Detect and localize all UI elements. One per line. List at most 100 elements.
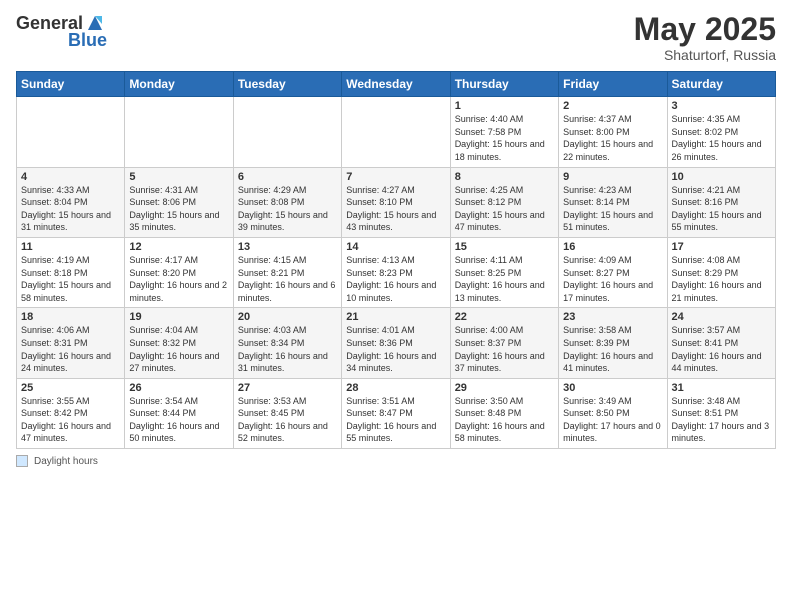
day-info: Sunrise: 4:06 AM Sunset: 8:31 PM Dayligh… <box>21 324 120 374</box>
calendar-cell: 27Sunrise: 3:53 AM Sunset: 8:45 PM Dayli… <box>233 378 341 448</box>
day-number: 6 <box>238 171 337 183</box>
calendar-header-row: SundayMondayTuesdayWednesdayThursdayFrid… <box>17 72 776 97</box>
calendar-cell: 4Sunrise: 4:33 AM Sunset: 8:04 PM Daylig… <box>17 167 125 237</box>
day-number: 17 <box>672 241 771 253</box>
day-info: Sunrise: 3:49 AM Sunset: 8:50 PM Dayligh… <box>563 395 662 445</box>
day-number: 25 <box>21 382 120 394</box>
day-info: Sunrise: 4:13 AM Sunset: 8:23 PM Dayligh… <box>346 254 445 304</box>
main-title: May 2025 <box>634 12 776 47</box>
calendar-cell: 6Sunrise: 4:29 AM Sunset: 8:08 PM Daylig… <box>233 167 341 237</box>
calendar-cell: 1Sunrise: 4:40 AM Sunset: 7:58 PM Daylig… <box>450 97 558 167</box>
day-info: Sunrise: 4:35 AM Sunset: 8:02 PM Dayligh… <box>672 113 771 163</box>
day-number: 1 <box>455 100 554 112</box>
calendar-header-monday: Monday <box>125 72 233 97</box>
day-info: Sunrise: 4:00 AM Sunset: 8:37 PM Dayligh… <box>455 324 554 374</box>
subtitle: Shaturtorf, Russia <box>634 47 776 63</box>
day-number: 5 <box>129 171 228 183</box>
footer-label: Daylight hours <box>34 456 98 467</box>
calendar-cell: 14Sunrise: 4:13 AM Sunset: 8:23 PM Dayli… <box>342 237 450 307</box>
day-number: 29 <box>455 382 554 394</box>
day-info: Sunrise: 4:09 AM Sunset: 8:27 PM Dayligh… <box>563 254 662 304</box>
day-number: 9 <box>563 171 662 183</box>
day-info: Sunrise: 4:21 AM Sunset: 8:16 PM Dayligh… <box>672 184 771 234</box>
calendar-week-1: 1Sunrise: 4:40 AM Sunset: 7:58 PM Daylig… <box>17 97 776 167</box>
day-number: 27 <box>238 382 337 394</box>
day-info: Sunrise: 3:54 AM Sunset: 8:44 PM Dayligh… <box>129 395 228 445</box>
day-info: Sunrise: 4:08 AM Sunset: 8:29 PM Dayligh… <box>672 254 771 304</box>
calendar-cell: 19Sunrise: 4:04 AM Sunset: 8:32 PM Dayli… <box>125 308 233 378</box>
day-number: 2 <box>563 100 662 112</box>
day-number: 4 <box>21 171 120 183</box>
calendar-header-sunday: Sunday <box>17 72 125 97</box>
day-info: Sunrise: 4:37 AM Sunset: 8:00 PM Dayligh… <box>563 113 662 163</box>
calendar-cell: 18Sunrise: 4:06 AM Sunset: 8:31 PM Dayli… <box>17 308 125 378</box>
day-info: Sunrise: 4:23 AM Sunset: 8:14 PM Dayligh… <box>563 184 662 234</box>
calendar-header-friday: Friday <box>559 72 667 97</box>
day-number: 7 <box>346 171 445 183</box>
day-number: 13 <box>238 241 337 253</box>
calendar-cell: 20Sunrise: 4:03 AM Sunset: 8:34 PM Dayli… <box>233 308 341 378</box>
day-number: 3 <box>672 100 771 112</box>
calendar-cell: 21Sunrise: 4:01 AM Sunset: 8:36 PM Dayli… <box>342 308 450 378</box>
calendar-cell: 9Sunrise: 4:23 AM Sunset: 8:14 PM Daylig… <box>559 167 667 237</box>
logo: General Blue <box>16 12 107 51</box>
day-number: 12 <box>129 241 228 253</box>
day-number: 22 <box>455 311 554 323</box>
calendar-cell <box>17 97 125 167</box>
calendar-cell: 26Sunrise: 3:54 AM Sunset: 8:44 PM Dayli… <box>125 378 233 448</box>
daylight-box <box>16 455 28 467</box>
day-info: Sunrise: 4:25 AM Sunset: 8:12 PM Dayligh… <box>455 184 554 234</box>
calendar-week-2: 4Sunrise: 4:33 AM Sunset: 8:04 PM Daylig… <box>17 167 776 237</box>
logo-blue: Blue <box>68 30 107 51</box>
day-info: Sunrise: 3:53 AM Sunset: 8:45 PM Dayligh… <box>238 395 337 445</box>
title-block: May 2025 Shaturtorf, Russia <box>634 12 776 63</box>
day-number: 11 <box>21 241 120 253</box>
day-info: Sunrise: 4:27 AM Sunset: 8:10 PM Dayligh… <box>346 184 445 234</box>
calendar-cell: 12Sunrise: 4:17 AM Sunset: 8:20 PM Dayli… <box>125 237 233 307</box>
day-number: 19 <box>129 311 228 323</box>
day-info: Sunrise: 3:55 AM Sunset: 8:42 PM Dayligh… <box>21 395 120 445</box>
calendar-cell: 3Sunrise: 4:35 AM Sunset: 8:02 PM Daylig… <box>667 97 775 167</box>
calendar-cell: 2Sunrise: 4:37 AM Sunset: 8:00 PM Daylig… <box>559 97 667 167</box>
day-number: 8 <box>455 171 554 183</box>
calendar-header-thursday: Thursday <box>450 72 558 97</box>
calendar-cell: 8Sunrise: 4:25 AM Sunset: 8:12 PM Daylig… <box>450 167 558 237</box>
calendar-cell <box>233 97 341 167</box>
calendar-cell: 31Sunrise: 3:48 AM Sunset: 8:51 PM Dayli… <box>667 378 775 448</box>
day-number: 30 <box>563 382 662 394</box>
calendar-week-4: 18Sunrise: 4:06 AM Sunset: 8:31 PM Dayli… <box>17 308 776 378</box>
page-header: General Blue May 2025 Shaturtorf, Russia <box>16 12 776 63</box>
calendar-header-tuesday: Tuesday <box>233 72 341 97</box>
day-info: Sunrise: 3:51 AM Sunset: 8:47 PM Dayligh… <box>346 395 445 445</box>
calendar-cell: 25Sunrise: 3:55 AM Sunset: 8:42 PM Dayli… <box>17 378 125 448</box>
day-info: Sunrise: 4:31 AM Sunset: 8:06 PM Dayligh… <box>129 184 228 234</box>
day-info: Sunrise: 4:01 AM Sunset: 8:36 PM Dayligh… <box>346 324 445 374</box>
day-info: Sunrise: 4:40 AM Sunset: 7:58 PM Dayligh… <box>455 113 554 163</box>
calendar-week-5: 25Sunrise: 3:55 AM Sunset: 8:42 PM Dayli… <box>17 378 776 448</box>
calendar-cell: 15Sunrise: 4:11 AM Sunset: 8:25 PM Dayli… <box>450 237 558 307</box>
calendar-cell: 29Sunrise: 3:50 AM Sunset: 8:48 PM Dayli… <box>450 378 558 448</box>
day-info: Sunrise: 4:19 AM Sunset: 8:18 PM Dayligh… <box>21 254 120 304</box>
calendar-cell: 16Sunrise: 4:09 AM Sunset: 8:27 PM Dayli… <box>559 237 667 307</box>
day-info: Sunrise: 3:58 AM Sunset: 8:39 PM Dayligh… <box>563 324 662 374</box>
calendar-cell: 7Sunrise: 4:27 AM Sunset: 8:10 PM Daylig… <box>342 167 450 237</box>
calendar-cell: 28Sunrise: 3:51 AM Sunset: 8:47 PM Dayli… <box>342 378 450 448</box>
day-number: 31 <box>672 382 771 394</box>
calendar-cell: 13Sunrise: 4:15 AM Sunset: 8:21 PM Dayli… <box>233 237 341 307</box>
day-info: Sunrise: 4:04 AM Sunset: 8:32 PM Dayligh… <box>129 324 228 374</box>
day-number: 21 <box>346 311 445 323</box>
calendar-cell: 30Sunrise: 3:49 AM Sunset: 8:50 PM Dayli… <box>559 378 667 448</box>
day-number: 14 <box>346 241 445 253</box>
day-number: 28 <box>346 382 445 394</box>
calendar-cell: 11Sunrise: 4:19 AM Sunset: 8:18 PM Dayli… <box>17 237 125 307</box>
day-info: Sunrise: 4:17 AM Sunset: 8:20 PM Dayligh… <box>129 254 228 304</box>
footer-note: Daylight hours <box>16 455 776 467</box>
calendar-week-3: 11Sunrise: 4:19 AM Sunset: 8:18 PM Dayli… <box>17 237 776 307</box>
day-info: Sunrise: 3:50 AM Sunset: 8:48 PM Dayligh… <box>455 395 554 445</box>
day-info: Sunrise: 4:29 AM Sunset: 8:08 PM Dayligh… <box>238 184 337 234</box>
day-info: Sunrise: 4:33 AM Sunset: 8:04 PM Dayligh… <box>21 184 120 234</box>
calendar-cell: 10Sunrise: 4:21 AM Sunset: 8:16 PM Dayli… <box>667 167 775 237</box>
day-info: Sunrise: 4:15 AM Sunset: 8:21 PM Dayligh… <box>238 254 337 304</box>
day-info: Sunrise: 4:11 AM Sunset: 8:25 PM Dayligh… <box>455 254 554 304</box>
calendar-header-wednesday: Wednesday <box>342 72 450 97</box>
